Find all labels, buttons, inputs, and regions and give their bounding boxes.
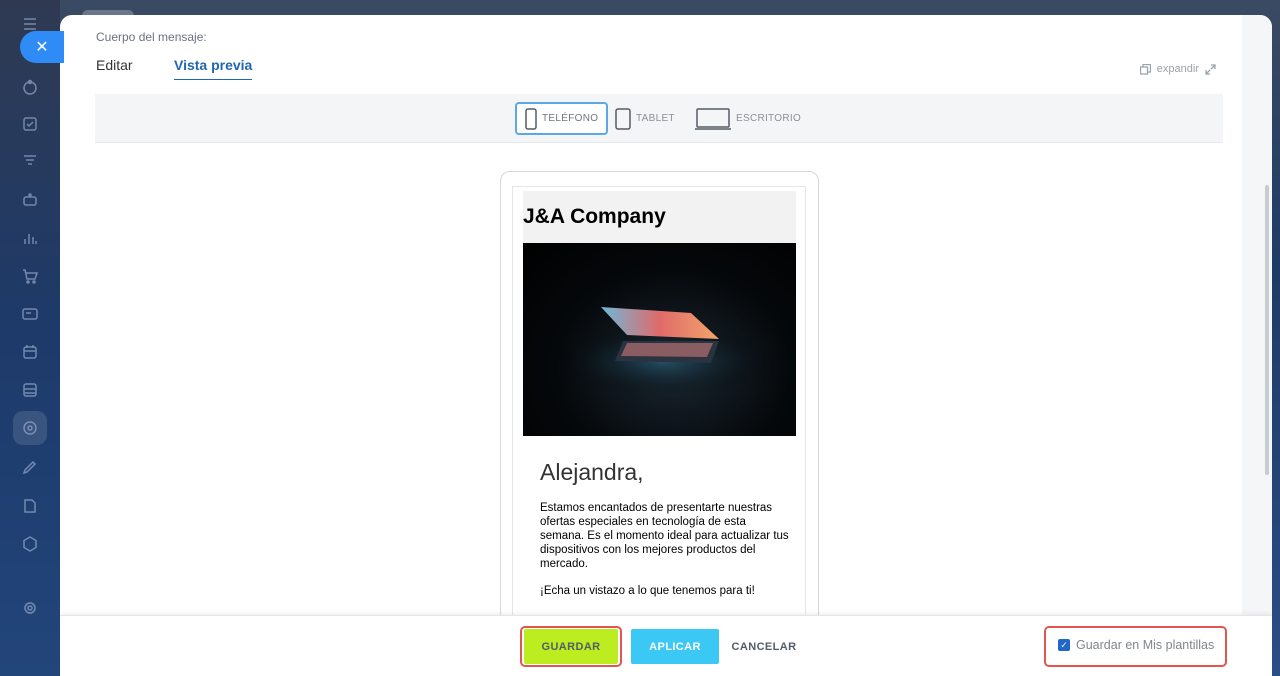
filter-icon[interactable] [20, 151, 40, 171]
pen-icon[interactable] [20, 457, 40, 477]
save-template-checkbox[interactable]: ✓ [1058, 639, 1070, 651]
document-edit-icon[interactable] [20, 496, 40, 516]
email-paragraph: Estamos encantados de presentarte nuestr… [540, 502, 789, 570]
tab-vista-previa[interactable]: Vista previa [174, 57, 253, 80]
cube-icon[interactable] [20, 534, 40, 554]
phone-icon [525, 107, 537, 130]
expand-button[interactable]: expandir [1139, 63, 1216, 75]
tablet-icon [615, 107, 631, 130]
device-phone-label: TELÉFONO [542, 113, 599, 124]
email-header: J&A Company [523, 191, 796, 243]
device-toolbar: TELÉFONO TABLET ESCRITORIO [95, 94, 1223, 143]
copy-icon [1139, 63, 1151, 75]
expand-arrows-icon [1205, 63, 1216, 75]
email-paragraph-2: ¡Echa un vistazo a lo que tenemos para t… [540, 585, 755, 597]
cancel-button[interactable]: CANCELAR [728, 629, 800, 664]
body-label: Cuerpo del mensaje: [96, 30, 207, 44]
close-icon: ✕ [35, 39, 49, 56]
editor-content: Cuerpo del mensaje: Editar Vista previa … [60, 15, 1242, 646]
company-name: J&A Company [523, 205, 666, 228]
activity-icon[interactable] [20, 78, 40, 98]
desktop-icon [695, 107, 731, 130]
footer-bar: GUARDAR APLICAR CANCELAR ✓ Guardar en Mi… [60, 615, 1272, 676]
phone-preview-frame: J&A Company Alejandra, Estamos encantado… [500, 171, 819, 646]
device-tablet-button[interactable]: TABLET [607, 102, 683, 135]
close-button[interactable]: ✕ [20, 31, 64, 63]
save-template-label: Guardar en Mis plantillas [1076, 638, 1215, 652]
card-icon[interactable] [20, 304, 40, 324]
save-button[interactable]: GUARDAR [524, 629, 618, 664]
app-sidebar [0, 0, 60, 676]
hero-image [523, 243, 796, 436]
apply-button[interactable]: APLICAR [631, 629, 719, 664]
expand-label: expandir [1156, 63, 1199, 75]
tasks-icon[interactable] [20, 114, 40, 134]
email-preview: J&A Company Alejandra, Estamos encantado… [512, 186, 806, 646]
save-template-option[interactable]: ✓ Guardar en Mis plantillas [1058, 638, 1214, 652]
device-desktop-label: ESCRITORIO [736, 113, 802, 124]
marketing-icon[interactable] [13, 411, 47, 445]
archive-icon[interactable] [20, 380, 40, 400]
settings-icon[interactable] [20, 598, 40, 618]
device-desktop-button[interactable]: ESCRITORIO [687, 102, 809, 135]
email-greeting: Alejandra, [540, 459, 644, 485]
robot-icon[interactable] [20, 190, 40, 210]
device-phone-button[interactable]: TELÉFONO [515, 102, 609, 135]
calendar-icon[interactable] [20, 342, 40, 362]
scrollbar[interactable] [1265, 185, 1269, 475]
analytics-icon[interactable] [20, 228, 40, 248]
laptop-image [553, 307, 773, 396]
device-tablet-label: TABLET [636, 113, 675, 124]
message-editor-panel: Cuerpo del mensaje: Editar Vista previa … [60, 15, 1272, 676]
cart-icon[interactable] [20, 266, 40, 286]
tab-editar[interactable]: Editar [96, 57, 133, 73]
